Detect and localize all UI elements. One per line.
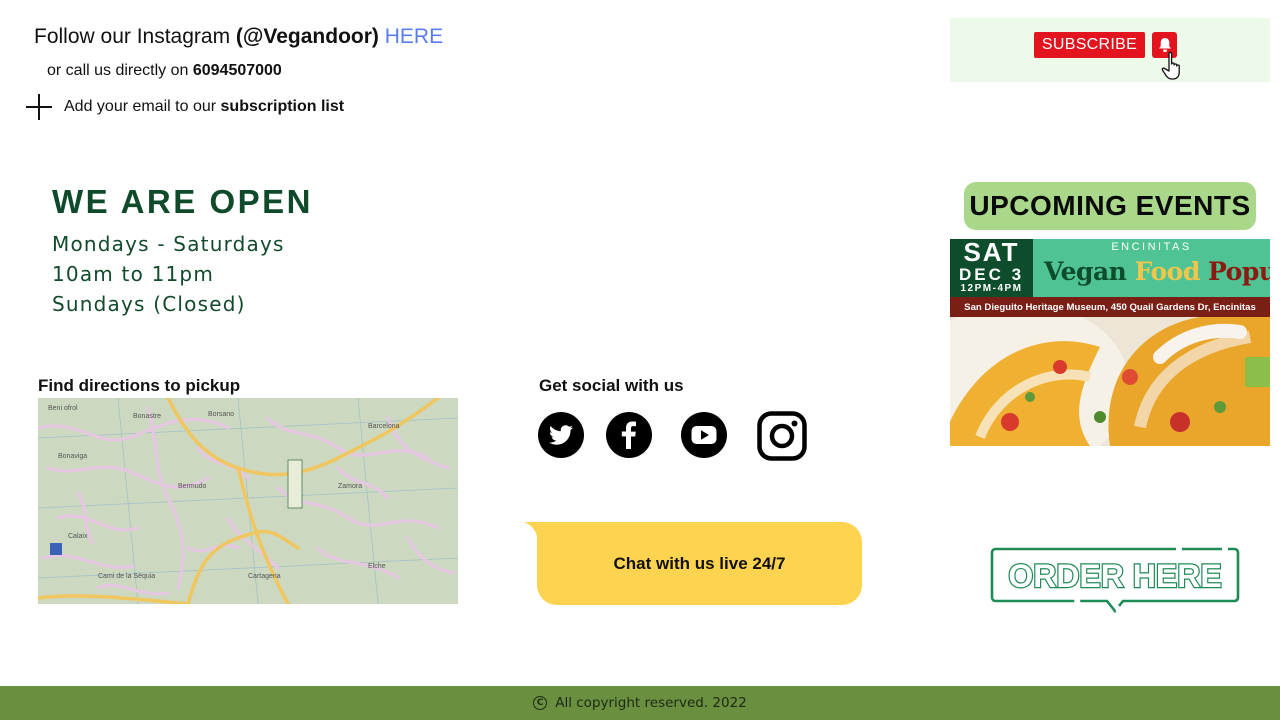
upcoming-events-heading: UPCOMING EVENTS bbox=[964, 182, 1256, 230]
event-poster[interactable]: SAT DEC 3 12PM-4PM ENCINITAS Vegan Food … bbox=[950, 239, 1270, 446]
directions-map[interactable]: Beni ofrol Bonastre Borsano Barcelona Bo… bbox=[38, 398, 458, 604]
poster-name-vegan: Vegan bbox=[1044, 257, 1127, 286]
email-text: Add your email to our bbox=[64, 98, 217, 115]
chat-bubble-button[interactable] bbox=[524, 522, 862, 605]
youtube-icon[interactable] bbox=[681, 412, 727, 458]
svg-text:Zamora: Zamora bbox=[338, 483, 362, 490]
poster-event-name: Vegan Food Popup bbox=[1044, 257, 1270, 286]
instagram-follow-line: Follow our Instagram (@Vegandoor) HERE bbox=[34, 25, 443, 49]
svg-text:Bonastre: Bonastre bbox=[133, 413, 161, 420]
svg-text:Borsano: Borsano bbox=[208, 411, 234, 418]
svg-text:Elche: Elche bbox=[368, 563, 386, 570]
hours-days: Mondays - Saturdays bbox=[52, 232, 285, 256]
poster-city: ENCINITAS bbox=[1111, 241, 1192, 253]
svg-text:Beni ofrol: Beni ofrol bbox=[48, 405, 78, 412]
tacos-photo bbox=[950, 317, 1270, 446]
poster-time: 12PM-4PM bbox=[960, 283, 1023, 294]
order-here-button[interactable]: ORDER HERE bbox=[990, 545, 1240, 615]
svg-text:Cartagena: Cartagena bbox=[248, 573, 281, 580]
order-here-label: ORDER HERE bbox=[1008, 558, 1221, 594]
svg-text:Bonaviga: Bonaviga bbox=[58, 453, 87, 460]
copyright-icon: C bbox=[533, 696, 548, 710]
open-title: WE ARE OPEN bbox=[52, 183, 313, 220]
hand-pointer-icon bbox=[1161, 51, 1180, 80]
subscription-list-link[interactable]: subscription list bbox=[221, 98, 345, 116]
hours-time: 10am to 11pm bbox=[52, 262, 215, 286]
svg-text:Bermudo: Bermudo bbox=[178, 483, 207, 490]
plus-icon[interactable] bbox=[26, 94, 52, 120]
map-image: Beni ofrol Bonastre Borsano Barcelona Bo… bbox=[38, 398, 458, 604]
instagram-icon[interactable] bbox=[757, 411, 807, 461]
call-line: or call us directly on 6094507000 bbox=[47, 62, 282, 80]
phone-number[interactable]: 6094507000 bbox=[193, 62, 282, 79]
directions-label: Find directions to pickup bbox=[38, 376, 241, 395]
poster-name-food: Food bbox=[1134, 257, 1201, 286]
call-text: or call us directly on bbox=[47, 62, 193, 79]
instagram-handle: (@Vegandoor) bbox=[235, 25, 379, 48]
poster-name-popup: Popup bbox=[1208, 257, 1270, 286]
poster-day: SAT bbox=[963, 239, 1020, 267]
hours-closed: Sundays (Closed) bbox=[52, 292, 246, 316]
footer-copyright: All copyright reserved. 2022 bbox=[555, 695, 747, 711]
footer: C All copyright reserved. 2022 bbox=[0, 686, 1280, 720]
facebook-icon[interactable] bbox=[606, 412, 652, 458]
poster-date: DEC 3 bbox=[958, 265, 1025, 284]
svg-text:Calaix: Calaix bbox=[68, 533, 88, 540]
svg-text:Cami de la Sèquia: Cami de la Sèquia bbox=[98, 573, 155, 580]
subscribe-button[interactable]: SUBSCRIBE bbox=[1034, 32, 1145, 58]
social-label: Get social with us bbox=[539, 376, 684, 395]
poster-address: San Dieguito Heritage Museum, 450 Quail … bbox=[950, 297, 1270, 317]
svg-text:Barcelona: Barcelona bbox=[368, 423, 400, 430]
follow-text: Follow our Instagram bbox=[34, 25, 236, 48]
instagram-here-link[interactable]: HERE bbox=[385, 25, 443, 48]
poster-date-block: SAT DEC 3 12PM-4PM bbox=[950, 239, 1033, 297]
email-subscription-line: Add your email to our subscription list bbox=[26, 94, 344, 120]
twitter-icon[interactable] bbox=[538, 412, 584, 458]
